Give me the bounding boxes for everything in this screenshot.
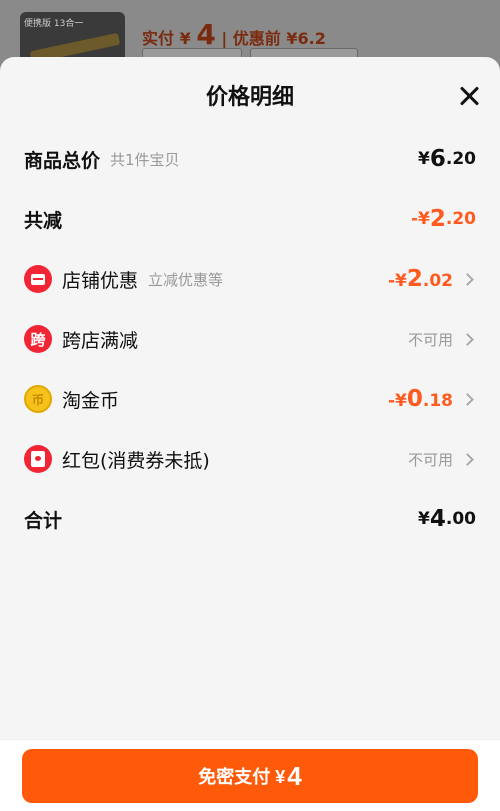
- price-detail-sheet: 价格明细 商品总价 共1件宝贝 ¥6.20 共减 -¥ 2.20 店铺优惠 立减优…: [0, 57, 500, 811]
- chevron-right-icon: [461, 332, 474, 346]
- red-packet-status: 不可用: [407, 450, 453, 469]
- taojinbi-row[interactable]: 币 淘金币 -¥0.18: [0, 379, 500, 419]
- price-decimal: .20: [445, 149, 476, 169]
- store-discount-price: -¥2.02: [388, 266, 453, 292]
- total-price: ¥4.00: [418, 506, 476, 532]
- goods-total-label: 商品总价: [24, 149, 101, 172]
- paid-currency: ¥: [179, 29, 191, 48]
- background-price: 实付 ¥ 4 | 优惠前 ¥6.2: [142, 18, 326, 51]
- total-reduction-row: 共减 -¥ 2.20: [0, 199, 500, 239]
- price-integer: 2: [429, 206, 446, 232]
- price-integer: 4: [429, 506, 446, 532]
- price-separator: |: [221, 29, 228, 48]
- paid-amount: 4: [196, 18, 216, 51]
- red-packet-label: 红包(消费券未抵): [62, 449, 210, 472]
- currency-symbol: ¥: [418, 149, 430, 169]
- price-integer: 0: [406, 386, 423, 412]
- pay-button[interactable]: 免密支付 ¥4: [22, 749, 478, 803]
- red-envelope-icon: [24, 445, 52, 473]
- total-reduction-price: -¥ 2.20: [411, 206, 476, 232]
- total-label: 合计: [24, 509, 63, 532]
- red-packet-row[interactable]: 红包(消费券未抵) 不可用: [0, 439, 500, 479]
- pay-amount: 4: [287, 760, 302, 791]
- pay-button-label: 免密支付 ¥: [198, 767, 286, 787]
- bottom-action-bar: 免密支付 ¥4: [0, 739, 500, 811]
- price-decimal: .02: [422, 271, 453, 291]
- price-decimal: .20: [445, 209, 476, 229]
- cross-store-status: 不可用: [407, 330, 453, 349]
- thumbnail-tag: 便携版 13合一: [24, 19, 84, 29]
- price-decimal: .18: [422, 391, 453, 411]
- cross-store-row[interactable]: 跨 跨店满减 不可用: [0, 319, 500, 359]
- cross-store-label: 跨店满减: [62, 329, 139, 352]
- sheet-title: 价格明细: [205, 85, 294, 110]
- paid-label: 实付: [142, 29, 175, 48]
- taojinbi-label: 淘金币: [62, 389, 120, 412]
- store-discount-label: 店铺优惠: [62, 269, 139, 292]
- currency-symbol: -¥: [387, 271, 407, 291]
- price-integer: 6: [429, 146, 446, 172]
- gold-coin-icon: 币: [24, 385, 52, 413]
- store-icon: [24, 265, 52, 293]
- total-row: 合计 ¥4.00: [0, 499, 500, 539]
- close-icon[interactable]: [458, 85, 480, 107]
- goods-total-row: 商品总价 共1件宝贝 ¥6.20: [0, 139, 500, 179]
- before-discount-price: 优惠前 ¥6.2: [232, 29, 326, 48]
- currency-symbol: ¥: [418, 509, 430, 529]
- taojinbi-price: -¥0.18: [388, 386, 453, 412]
- chevron-right-icon: [461, 452, 474, 466]
- goods-total-price: ¥6.20: [418, 146, 476, 172]
- goods-count: 共1件宝贝: [110, 150, 180, 169]
- price-integer: 2: [406, 266, 423, 292]
- chevron-right-icon: [461, 272, 474, 286]
- price-decimal: .00: [445, 509, 476, 529]
- store-discount-row[interactable]: 店铺优惠 立减优惠等 -¥2.02: [0, 259, 500, 299]
- store-discount-sub: 立减优惠等: [148, 270, 224, 289]
- chevron-right-icon: [461, 392, 474, 406]
- cross-store-icon: 跨: [24, 325, 52, 353]
- total-reduction-label: 共减: [24, 209, 63, 232]
- currency-symbol: -¥: [410, 209, 430, 229]
- currency-symbol: -¥: [387, 391, 407, 411]
